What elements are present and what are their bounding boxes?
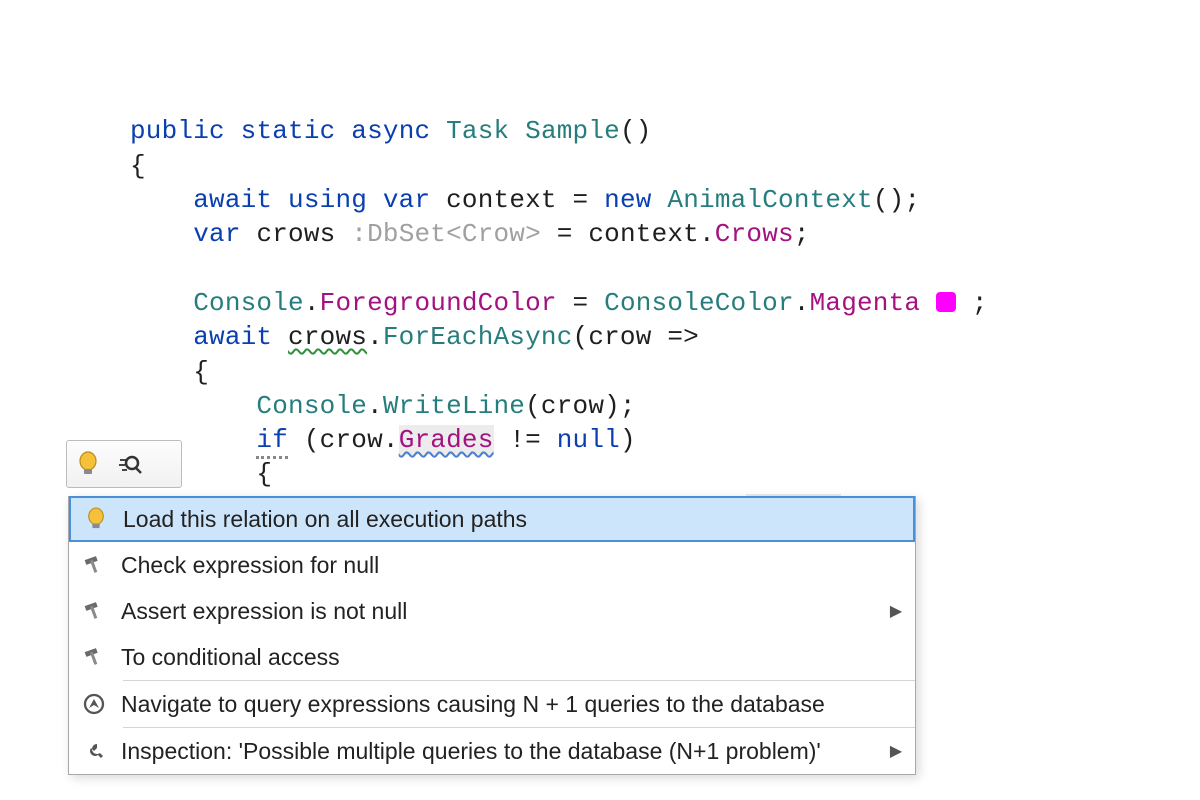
keyword-var: var: [383, 185, 430, 215]
keyword-static: static: [241, 116, 336, 146]
quickfix-item-load-relation[interactable]: Load this relation on all execution path…: [69, 496, 915, 542]
search-action-icon: [117, 453, 143, 475]
quickfix-popup: Load this relation on all execution path…: [68, 496, 916, 775]
quickfix-item-label: Inspection: 'Possible multiple queries t…: [115, 738, 887, 765]
quickfix-item-label: To conditional access: [115, 644, 887, 671]
property-grades-warned[interactable]: Grades: [399, 425, 494, 455]
property-crows: Crows: [715, 219, 794, 249]
quickfix-item-inspection-options[interactable]: Inspection: 'Possible multiple queries t…: [69, 728, 915, 774]
quickfix-item-label: Assert expression is not null: [115, 598, 887, 625]
method-name: Sample: [525, 116, 620, 146]
quickfix-item-label: Check expression for null: [115, 552, 887, 579]
keyword-public: public: [130, 116, 225, 146]
type-animalcontext: AnimalContext: [667, 185, 872, 215]
property-foregroundcolor: ForegroundColor: [320, 288, 557, 318]
identifier-crows-warned: crows: [288, 322, 367, 352]
quickfix-item-label: Navigate to query expressions causing N …: [115, 691, 887, 718]
quickfix-item-assert-not-null[interactable]: Assert expression is not null ▶: [69, 588, 915, 634]
quickfix-item-conditional-access[interactable]: To conditional access: [69, 634, 915, 680]
method-writeline: WriteLine: [383, 391, 525, 421]
submenu-arrow-icon: ▶: [887, 601, 905, 621]
type-consolecolor: ConsoleColor: [604, 288, 794, 318]
quickfix-item-check-null[interactable]: Check expression for null: [69, 542, 915, 588]
hammer-icon: [73, 554, 115, 576]
keyword-using: using: [288, 185, 367, 215]
quickfix-item-label: Load this relation on all execution path…: [117, 506, 885, 533]
hammer-icon: [73, 646, 115, 668]
keyword-await: await: [193, 185, 272, 215]
color-swatch-icon: [936, 292, 956, 312]
wrench-icon: [73, 740, 115, 762]
lightbulb-icon: [75, 507, 117, 531]
keyword-null: null: [557, 425, 620, 455]
type-console: Console: [193, 288, 304, 318]
submenu-arrow-icon: ▶: [887, 741, 905, 761]
identifier-crows: crows: [256, 219, 335, 249]
property-magenta: Magenta: [810, 288, 921, 318]
keyword-if: if: [256, 425, 288, 459]
quickfix-bulb-button[interactable]: [66, 440, 182, 488]
quickfix-item-navigate-nplus1[interactable]: Navigate to query expressions causing N …: [69, 681, 915, 727]
type-task: Task: [446, 116, 509, 146]
keyword-var: var: [193, 219, 240, 249]
lightbulb-icon: [77, 451, 99, 477]
method-foreachasync: ForEachAsync: [383, 322, 573, 352]
keyword-new: new: [604, 185, 651, 215]
hammer-icon: [73, 600, 115, 622]
inlay-hint-type: :DbSet<Crow>: [351, 219, 541, 249]
navigate-icon: [73, 693, 115, 715]
identifier-context: context: [446, 185, 557, 215]
keyword-async: async: [351, 116, 430, 146]
